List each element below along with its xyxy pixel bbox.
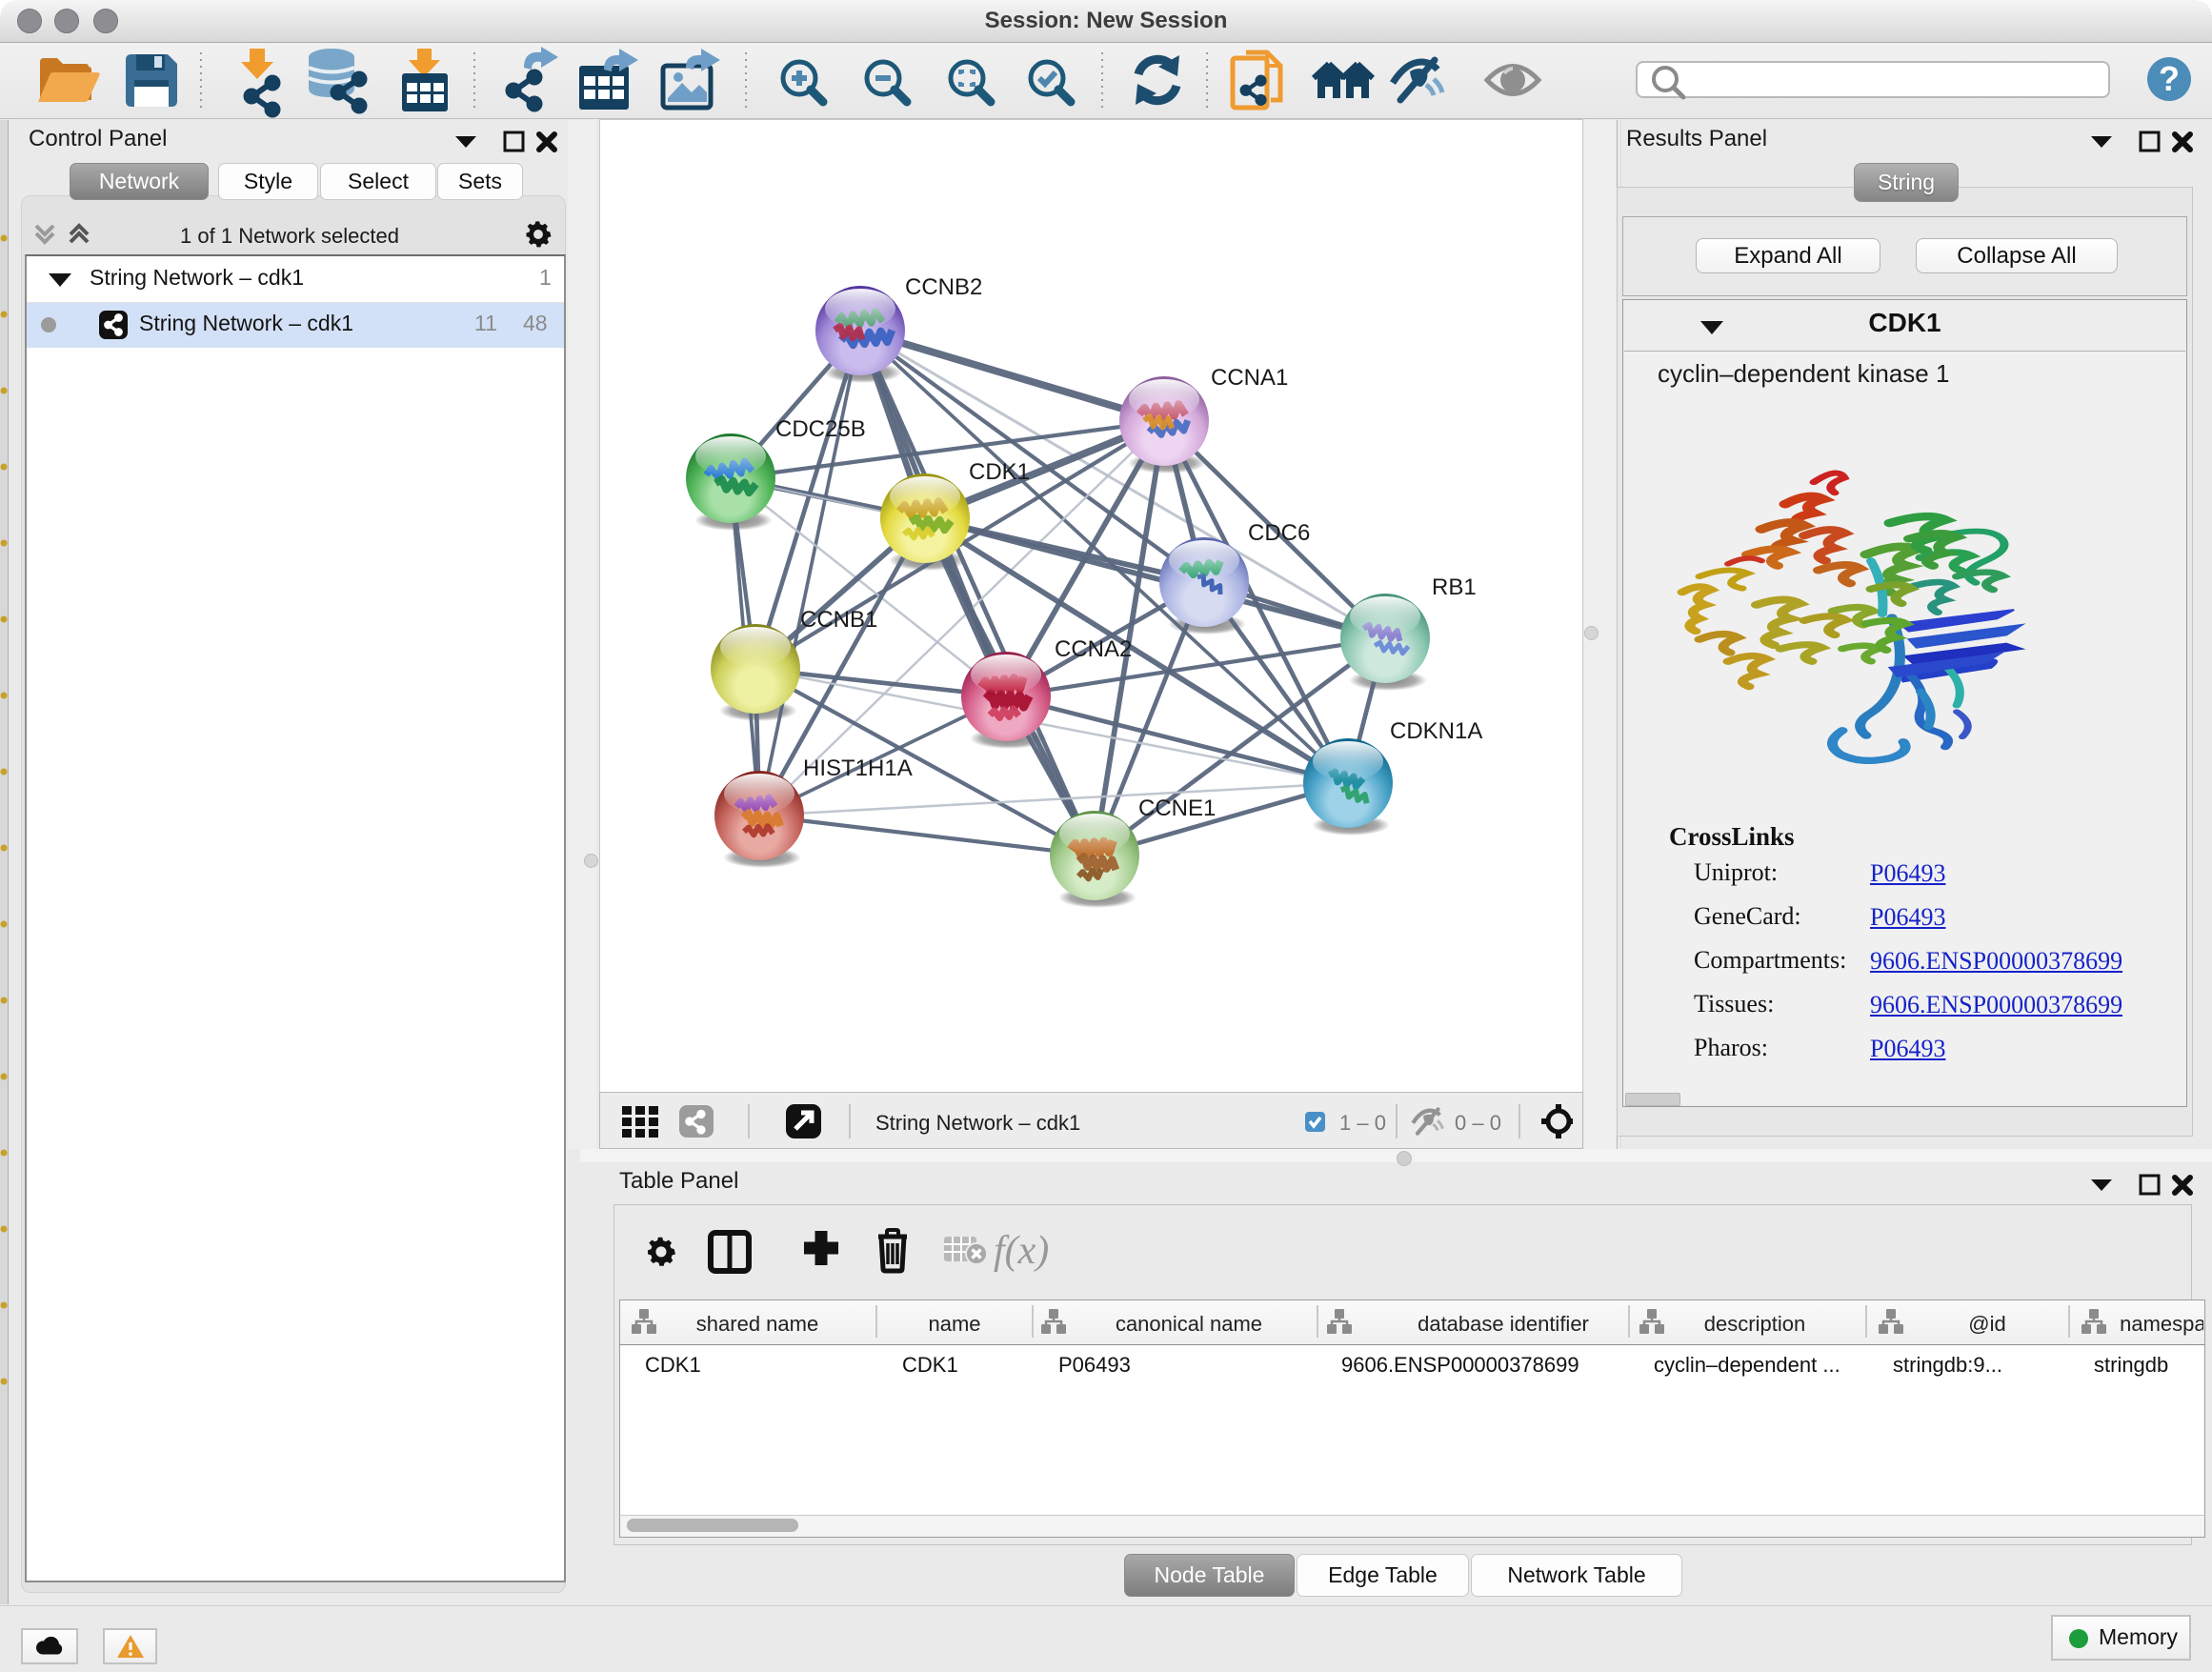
svg-text:CCNB2: CCNB2	[905, 274, 982, 300]
svg-text:stringdb:9...: stringdb:9...	[1893, 1353, 2002, 1377]
svg-text:namespace: namespace	[2120, 1312, 2203, 1336]
svg-text:f(x): f(x)	[994, 1229, 1049, 1273]
svg-text:CDC6: CDC6	[1248, 520, 1310, 546]
svg-text:CDK1: CDK1	[645, 1353, 701, 1377]
svg-text:RB1: RB1	[1432, 574, 1477, 600]
svg-text:database identifier: database identifier	[1418, 1312, 1589, 1336]
svg-text:cyclin–dependent ...: cyclin–dependent ...	[1654, 1353, 1840, 1377]
svg-text:9606.ENSP00000378699: 9606.ENSP00000378699	[1341, 1353, 1579, 1377]
svg-text:stringdb: stringdb	[2094, 1353, 2168, 1377]
svg-text:P06493: P06493	[1058, 1353, 1131, 1377]
svg-text:name: name	[928, 1312, 980, 1336]
svg-text:String Network – cdk1: String Network – cdk1	[875, 1111, 1080, 1135]
svg-text:CCNB1: CCNB1	[800, 607, 877, 633]
svg-text:CCNE1: CCNE1	[1138, 796, 1216, 821]
svg-text:CDKN1A: CDKN1A	[1390, 718, 1482, 744]
svg-text:CCNA1: CCNA1	[1211, 365, 1288, 391]
svg-text:CCNA2: CCNA2	[1055, 636, 1132, 662]
svg-text:shared name: shared name	[696, 1312, 818, 1336]
svg-text:?: ?	[2159, 59, 2180, 98]
svg-text:@id: @id	[1968, 1312, 2005, 1336]
svg-text:CDK1: CDK1	[902, 1353, 958, 1377]
svg-text:HIST1H1A: HIST1H1A	[803, 755, 913, 781]
svg-text:description: description	[1704, 1312, 1805, 1336]
svg-text:1 – 0: 1 – 0	[1339, 1111, 1386, 1135]
svg-text:CDC25B: CDC25B	[775, 416, 866, 442]
svg-text:canonical name: canonical name	[1116, 1312, 1262, 1336]
svg-text:0 – 0: 0 – 0	[1455, 1111, 1501, 1135]
svg-text:CDK1: CDK1	[969, 459, 1030, 485]
